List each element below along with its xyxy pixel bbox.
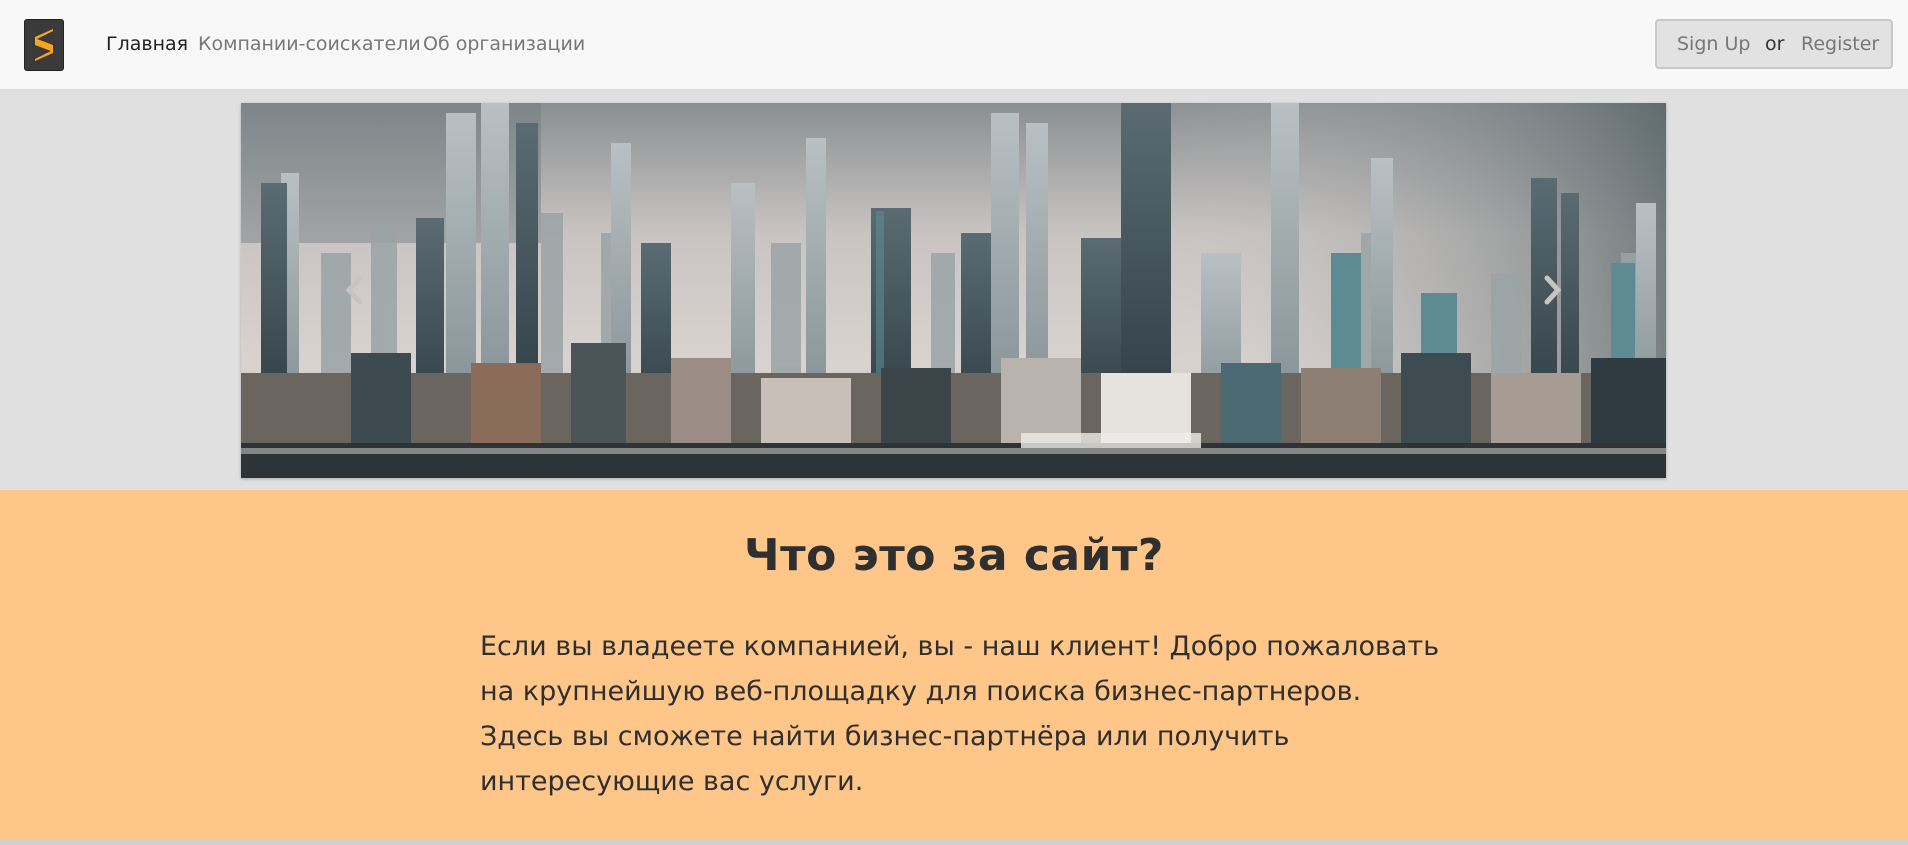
chevron-left-icon[interactable]	[339, 273, 369, 307]
navbar: Главная Компании-соискатели Об организац…	[0, 0, 1908, 91]
sign-up-link[interactable]: Sign Up	[1677, 33, 1750, 55]
nav-link-companies[interactable]: Компании-соискатели	[198, 33, 421, 55]
nav-link-home[interactable]: Главная	[106, 33, 188, 55]
about-section: Что это за сайт? Если вы владеете компан…	[0, 490, 1908, 840]
about-text: Если вы владеете компанией, вы - наш кли…	[480, 631, 1440, 797]
bottom-divider	[0, 840, 1908, 845]
chevron-right-icon[interactable]	[1538, 273, 1568, 307]
carousel	[241, 103, 1666, 478]
sublime-s-logo-icon[interactable]	[24, 19, 64, 71]
auth-separator: or	[1765, 33, 1785, 55]
city-skyline-photo	[241, 103, 1666, 478]
auth-box: Sign Up or Register	[1655, 19, 1893, 69]
register-link[interactable]: Register	[1801, 33, 1879, 55]
about-title: Что это за сайт?	[744, 530, 1164, 581]
nav-link-about[interactable]: Об организации	[423, 33, 585, 55]
